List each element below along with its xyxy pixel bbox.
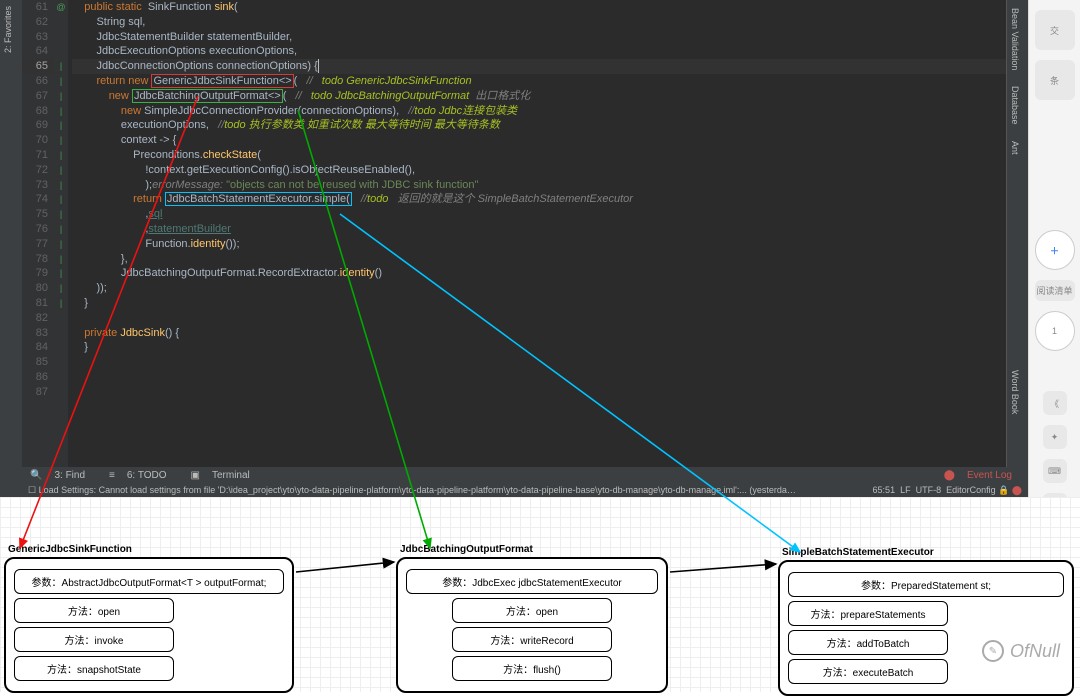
node-simple: SimpleBatchStatementExecutor 参数：Prepared… — [778, 560, 1074, 696]
status-charset: UTF-8 — [916, 485, 942, 495]
node-b-row0: 参数：JdbcExec jdbcStatementExecutor — [406, 569, 658, 594]
status-bar: ☐ Load Settings: Cannot load settings fr… — [22, 483, 1028, 497]
right-tab-ant[interactable]: Ant — [1007, 133, 1023, 163]
node-b-row2: 方法：writeRecord — [452, 627, 612, 652]
node-a-row2: 方法：invoke — [14, 627, 174, 652]
node-b-title: JdbcBatchingOutputFormat — [400, 544, 533, 555]
left-tool-strip: 2: Favorites — [0, 0, 22, 497]
gutter: 6162636465666768697071727374757677787980… — [22, 0, 54, 497]
rs-3[interactable]: 阅读清单 — [1035, 280, 1075, 301]
node-b-row1: 方法：open — [452, 598, 612, 623]
diagram-canvas: GenericJdbcSinkFunction 参数：AbstractJdbcO… — [0, 497, 1080, 692]
status-icon: ☐ — [28, 485, 36, 496]
rs-t1-icon[interactable]: 《 — [1043, 391, 1067, 415]
node-generic: GenericJdbcSinkFunction 参数：AbstractJdbcO… — [4, 557, 294, 693]
gutter-marks: @||||||||||||||||| — [54, 0, 68, 497]
editor: 6162636465666768697071727374757677787980… — [22, 0, 1028, 497]
rs-t2-icon[interactable]: ✦ — [1043, 425, 1067, 449]
code-area[interactable]: public static SinkFunction sink( String … — [68, 0, 1028, 497]
right-tool-strip: Bean Validation Database Ant Word Book — [1006, 0, 1028, 497]
rs-plus-icon[interactable]: ＋ — [1035, 230, 1075, 270]
rs-t3-icon[interactable]: ⌨ — [1043, 459, 1067, 483]
status-msg: Load Settings: Cannot load settings from… — [39, 485, 799, 495]
node-b-row3: 方法：flush() — [452, 656, 612, 681]
node-c-row3: 方法：executeBatch — [788, 659, 948, 684]
right-tab-bean[interactable]: Bean Validation — [1007, 0, 1023, 78]
tab-todo[interactable]: ≡ 6: TODO — [101, 470, 183, 481]
tab-terminal[interactable]: ▣ Terminal — [183, 470, 266, 481]
status-lock-icon: 🔒 — [998, 485, 1009, 496]
status-cfg: EditorConfig — [946, 485, 996, 495]
rs-2[interactable]: 条 — [1035, 60, 1075, 100]
node-batching: JdbcBatchingOutputFormat 参数：JdbcExec jdb… — [396, 557, 668, 693]
node-c-title: SimpleBatchStatementExecutor — [782, 547, 934, 558]
status-enc: LF — [900, 485, 911, 495]
node-c-row1: 方法：prepareStatements — [788, 601, 948, 626]
right-tab-db[interactable]: Database — [1007, 78, 1023, 133]
left-tab-favorites[interactable]: 2: Favorites — [0, 0, 16, 59]
status-pos: 65:51 — [873, 485, 896, 495]
node-c-row2: 方法：addToBatch — [788, 630, 948, 655]
rs-circle2-icon[interactable]: 1 — [1035, 311, 1075, 351]
tab-find[interactable]: 🔍 3: Find — [22, 470, 101, 481]
bottom-tool-tabs: 🔍 3: Find ≡ 6: TODO ▣ Terminal ⬤ Event L… — [22, 467, 1028, 483]
watermark: ✎ OfNull — [982, 640, 1060, 662]
node-a-row0: 参数：AbstractJdbcOutputFormat<T > outputFo… — [14, 569, 284, 594]
node-a-row3: 方法：snapshotState — [14, 656, 174, 681]
tab-event-log[interactable]: ⬤ Event Log — [936, 470, 1028, 481]
node-c-row0: 参数：PreparedStatement st; — [788, 572, 1064, 597]
node-a-title: GenericJdbcSinkFunction — [8, 544, 132, 555]
rs-1[interactable]: 交 — [1035, 10, 1075, 50]
node-a-row1: 方法：open — [14, 598, 174, 623]
status-warn-icon: ⬤ — [1012, 485, 1022, 496]
watermark-icon: ✎ — [982, 640, 1004, 662]
right-tab-wordbook[interactable]: Word Book — [1007, 362, 1023, 422]
